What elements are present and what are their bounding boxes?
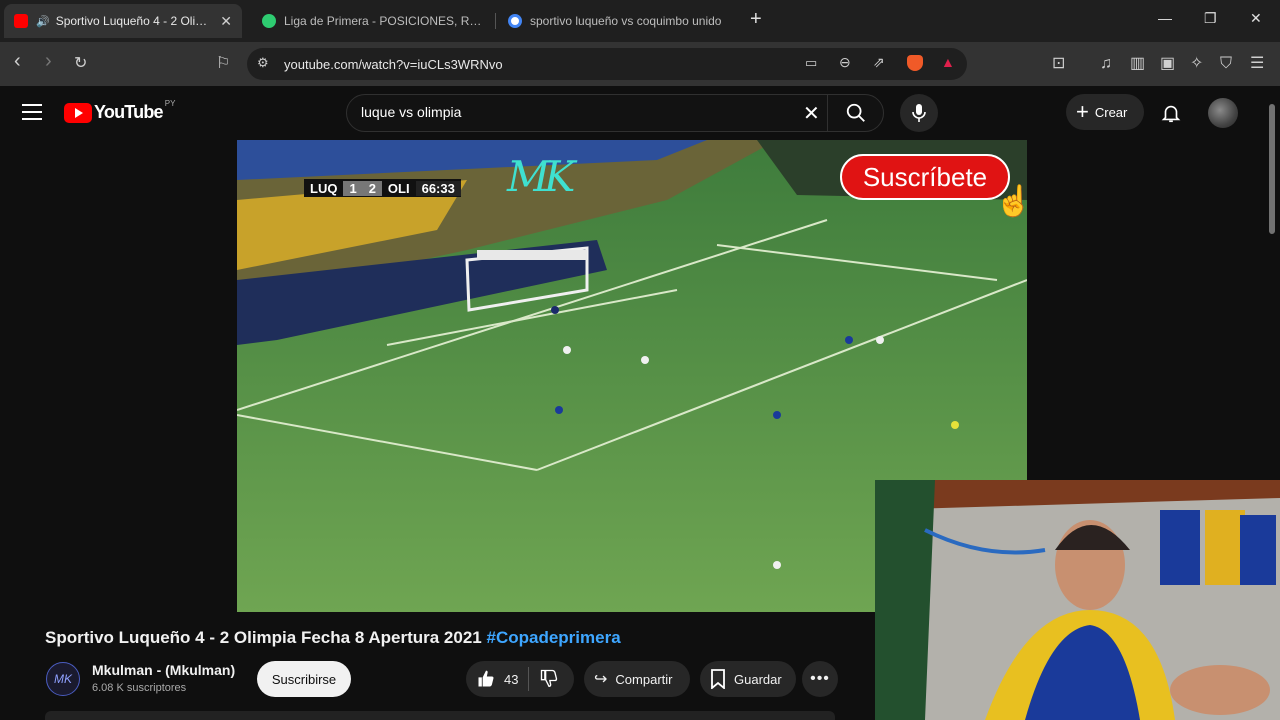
channel-name[interactable]: Mkulman - (Mkulman) xyxy=(92,662,235,678)
scrollbar-thumb[interactable] xyxy=(1269,104,1275,234)
browser-toolbar: ‹ › ↻ ⚐ ⚙ youtube.com/watch?v=iuCLs3WRNv… xyxy=(0,42,1280,86)
share-page-icon[interactable]: ⇗ xyxy=(873,54,885,71)
subscribe-overlay-graphic: Suscríbete xyxy=(840,154,1010,200)
tab-google-search[interactable]: sportivo luqueño vs coquimbo unido xyxy=(498,4,740,38)
reload-icon[interactable]: ↻ xyxy=(74,54,87,74)
like-dislike-group: 43 xyxy=(466,661,574,697)
share-arrow-icon: ↪ xyxy=(594,671,608,688)
search-icon xyxy=(846,103,865,122)
create-button[interactable]: + Crear xyxy=(1066,94,1144,130)
youtube-header: YouTube PY ✕ + Crear xyxy=(0,86,1280,140)
thumbs-up-icon xyxy=(478,670,494,687)
subscriber-count: 6.08 K suscriptores xyxy=(92,682,187,694)
url-text[interactable]: youtube.com/watch?v=iuCLs3WRNvo xyxy=(284,57,503,72)
youtube-page: YouTube PY ✕ + Crear xyxy=(0,86,1280,720)
subscribe-button[interactable]: Suscribirse xyxy=(257,661,351,697)
channel-watermark-logo: MK xyxy=(507,152,575,201)
address-bar[interactable]: ⚙ youtube.com/watch?v=iuCLs3WRNvo ▭ ⊖ ⇗ … xyxy=(247,48,967,80)
hamburger-menu-icon[interactable] xyxy=(22,104,42,120)
search-button[interactable] xyxy=(827,95,883,131)
tab-title: Liga de Primera - POSICIONES, RESUL xyxy=(284,14,482,28)
like-divider xyxy=(528,667,530,691)
like-count: 43 xyxy=(504,671,519,687)
media-music-icon[interactable]: ♫ xyxy=(1100,54,1112,74)
close-window-icon[interactable]: ✕ xyxy=(1250,10,1262,27)
dislike-button[interactable] xyxy=(539,668,559,691)
tab-divider xyxy=(495,13,496,29)
microphone-icon xyxy=(912,104,926,122)
back-arrow-icon[interactable]: ‹ xyxy=(14,51,21,71)
plus-icon: + xyxy=(1076,99,1089,124)
brave-shields-icon[interactable] xyxy=(907,55,923,71)
description-box-edge xyxy=(45,711,835,720)
bell-icon xyxy=(1161,105,1181,123)
browser-menu-icon[interactable]: ☰ xyxy=(1250,54,1264,74)
clear-search-icon[interactable]: ✕ xyxy=(803,101,820,126)
away-team-abbr: OLI xyxy=(387,180,410,196)
sidebar-icon[interactable]: ▥ xyxy=(1130,54,1145,74)
save-label: Guardar xyxy=(734,671,782,687)
bookmark-save-icon xyxy=(711,669,725,689)
video-hashtag-link[interactable]: #Copadeprimera xyxy=(487,628,621,647)
hand-cursor-icon: ☝ xyxy=(995,185,1027,218)
webcam-feed xyxy=(875,480,1280,720)
screenshot-icon[interactable]: ⊡ xyxy=(1052,54,1065,74)
new-tab-plus-icon[interactable]: + xyxy=(750,8,762,31)
like-button[interactable]: 43 xyxy=(476,669,518,689)
brave-rewards-icon[interactable]: ▲ xyxy=(941,54,955,70)
user-avatar[interactable] xyxy=(1208,98,1238,128)
tab-youtube-video[interactable]: 🔊 Sportivo Luqueño 4 - 2 Olimpia ✕ xyxy=(4,4,242,38)
tab-title: Sportivo Luqueño 4 - 2 Olimpia xyxy=(55,14,213,28)
youtube-logo[interactable]: YouTube PY xyxy=(64,99,176,123)
home-score: 1 xyxy=(343,180,363,196)
leo-ai-icon[interactable]: ✧ xyxy=(1190,54,1203,74)
restore-window-icon[interactable]: ❐ xyxy=(1204,10,1217,27)
wallet-icon[interactable]: ▣ xyxy=(1160,54,1175,74)
thumbs-down-icon xyxy=(541,669,558,687)
notifications-button[interactable] xyxy=(1160,102,1182,129)
streamer-webcam-overlay xyxy=(875,480,1280,720)
vpn-shield-icon[interactable]: ⛉ xyxy=(1220,54,1232,74)
search-input[interactable] xyxy=(361,104,781,120)
tab-liga-de-primera[interactable]: Liga de Primera - POSICIONES, RESUL xyxy=(252,4,492,38)
zoom-out-icon[interactable]: ⊖ xyxy=(839,54,851,71)
home-team-abbr: LUQ xyxy=(310,180,338,196)
youtube-play-icon xyxy=(64,102,92,123)
search-box: ✕ xyxy=(346,94,884,132)
tab-title: sportivo luqueño vs coquimbo unido xyxy=(530,14,722,28)
cast-icon[interactable]: ▭ xyxy=(805,55,817,71)
voice-search-button[interactable] xyxy=(900,94,938,132)
google-favicon-icon xyxy=(508,14,522,28)
channel-avatar[interactable]: MK xyxy=(46,662,80,696)
soccer-site-favicon-icon xyxy=(262,14,276,28)
share-button[interactable]: ↪ Compartir xyxy=(584,661,690,697)
scoreboard-overlay: LUQ 1 2 OLI 66:33 xyxy=(304,179,461,197)
browser-tab-bar: 🔊 Sportivo Luqueño 4 - 2 Olimpia ✕ Liga … xyxy=(0,0,1280,42)
bookmark-icon[interactable]: ⚐ xyxy=(216,54,230,74)
more-actions-button[interactable]: ••• xyxy=(802,661,838,697)
site-info-icon[interactable]: ⚙ xyxy=(257,55,269,71)
share-label: Compartir xyxy=(615,671,673,687)
audio-playing-icon[interactable]: 🔊 xyxy=(36,15,50,28)
save-button[interactable]: Guardar xyxy=(700,661,796,697)
forward-arrow-icon[interactable]: › xyxy=(45,51,52,71)
country-code: PY xyxy=(164,99,176,108)
minimize-window-icon[interactable]: — xyxy=(1158,10,1172,26)
more-options-icon: ••• xyxy=(810,670,830,687)
close-tab-icon[interactable]: ✕ xyxy=(220,13,232,30)
logo-text: YouTube xyxy=(94,102,164,122)
video-title-text: Sportivo Luqueño 4 - 2 Olimpia Fecha 8 A… xyxy=(45,628,482,647)
youtube-favicon-icon xyxy=(14,14,28,28)
match-clock: 66:33 xyxy=(415,180,461,196)
away-score: 2 xyxy=(362,180,382,196)
video-title: Sportivo Luqueño 4 - 2 Olimpia Fecha 8 A… xyxy=(45,628,621,648)
create-label: Crear xyxy=(1094,104,1128,120)
